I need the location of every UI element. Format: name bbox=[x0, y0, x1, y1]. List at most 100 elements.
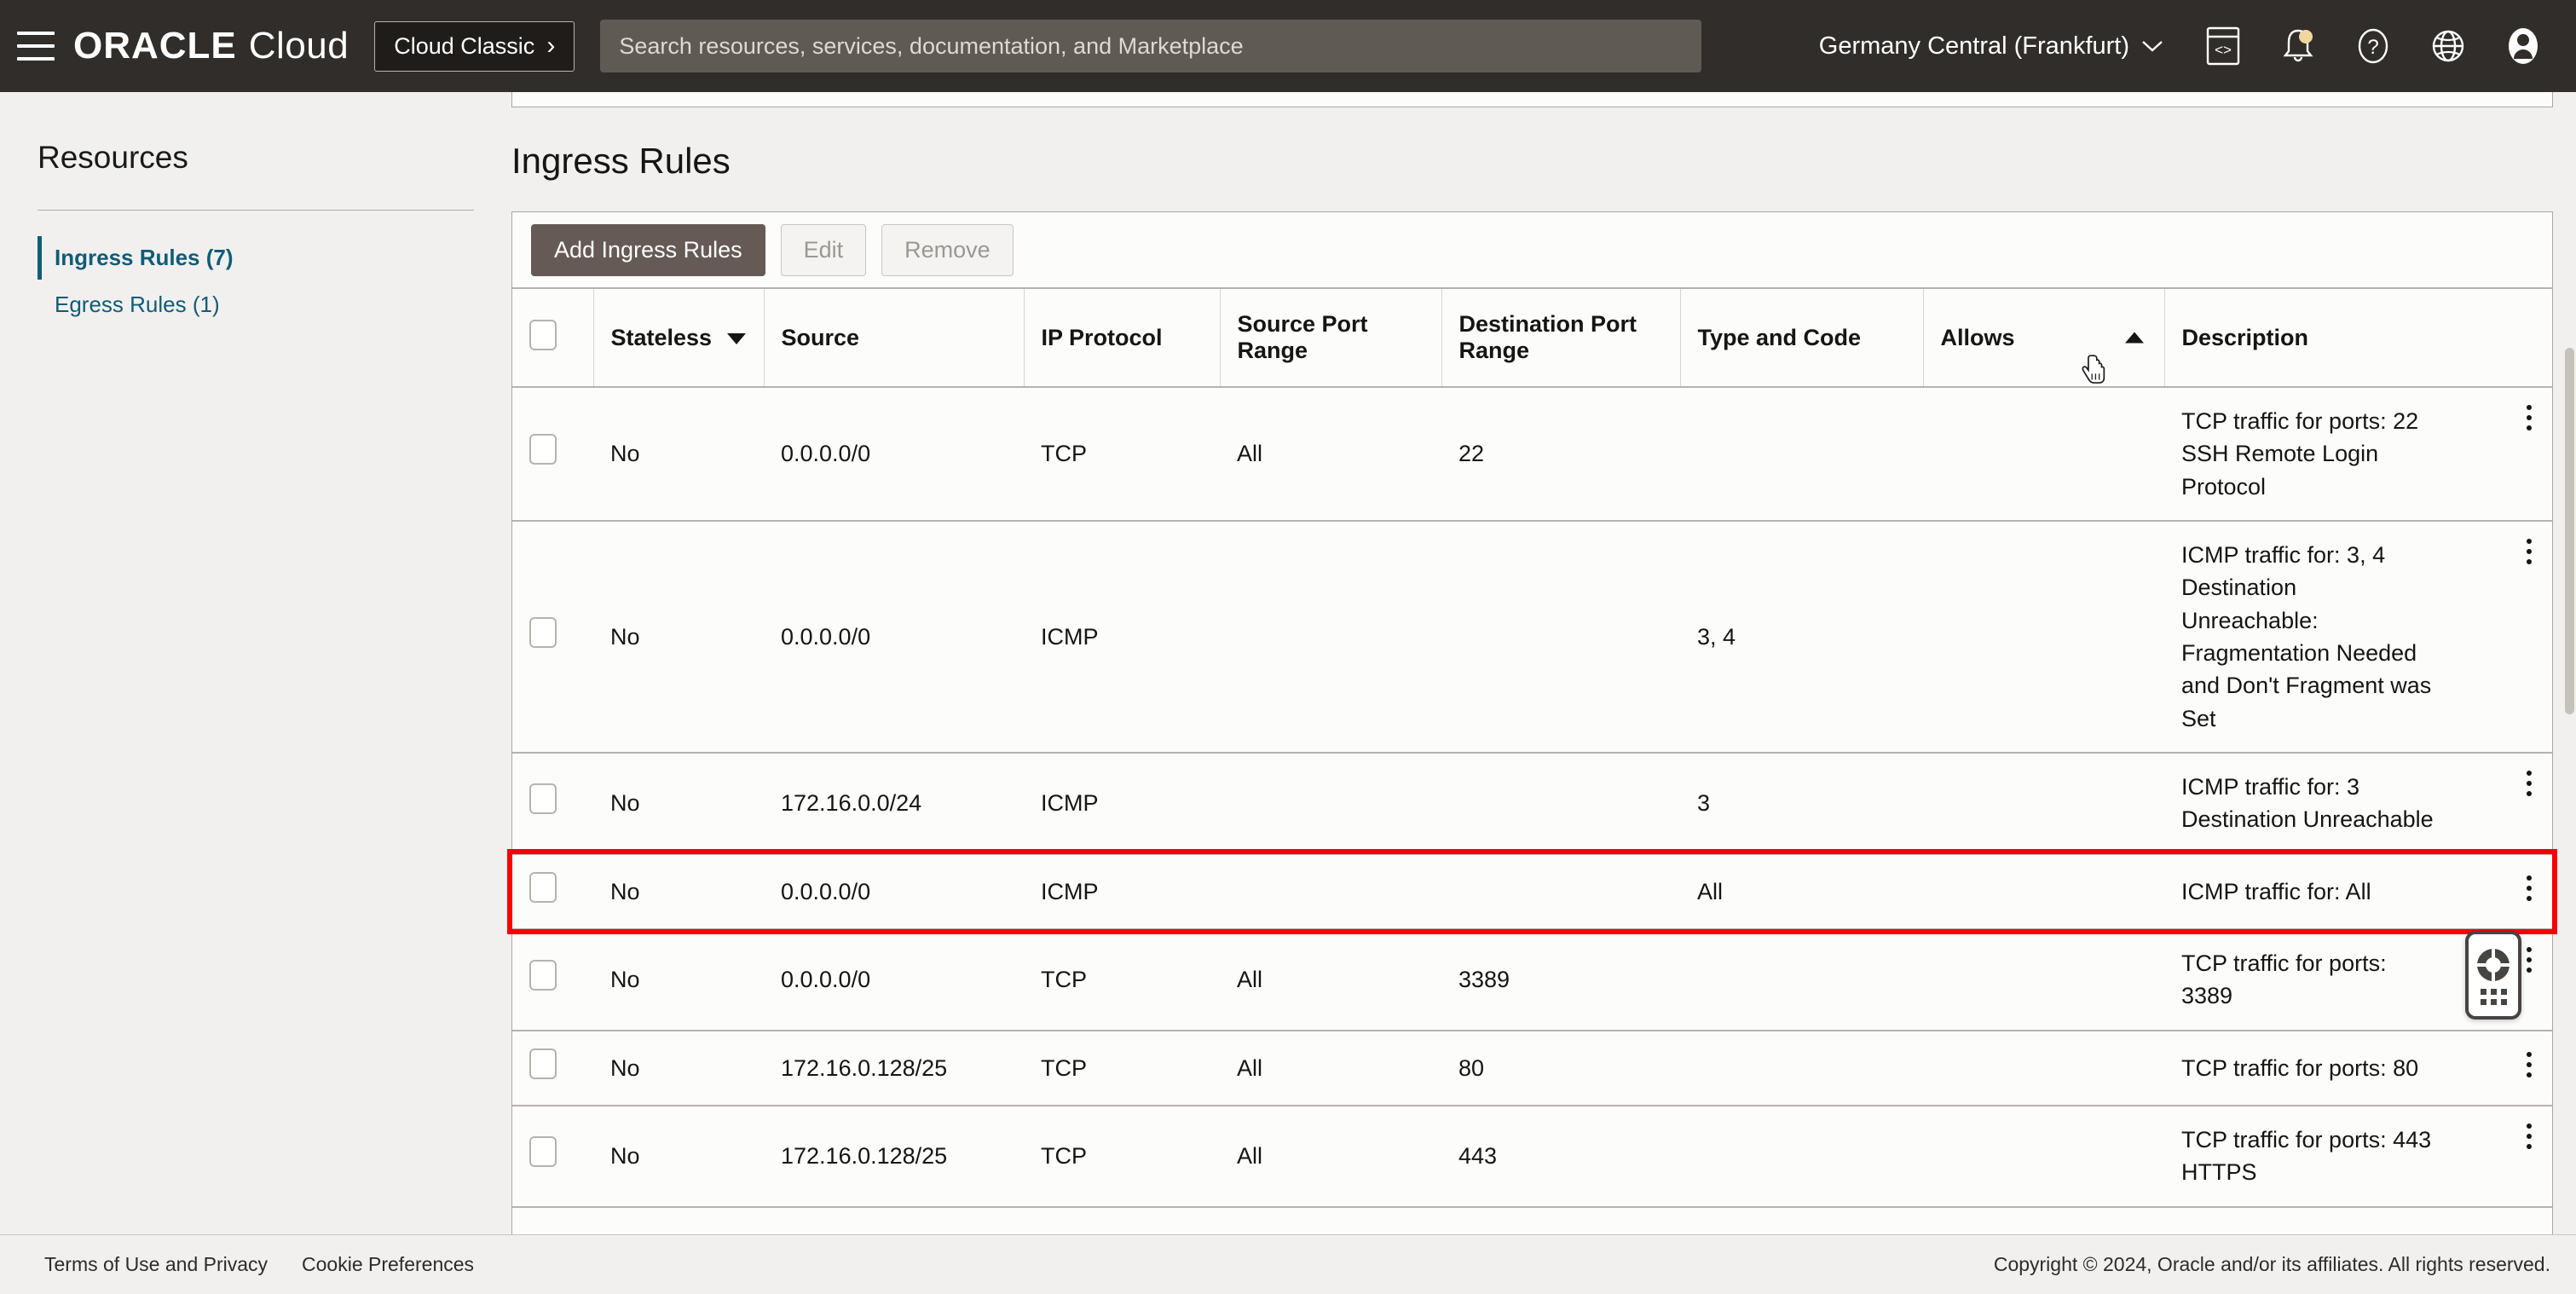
cookie-preferences-link[interactable]: Cookie Preferences bbox=[302, 1253, 474, 1276]
row-actions-kebab-icon[interactable] bbox=[2527, 946, 2535, 973]
cell-destination-port-range bbox=[1441, 520, 1680, 754]
user-avatar-icon[interactable] bbox=[2486, 0, 2561, 92]
column-header-type-and-code[interactable]: Type and Code bbox=[1679, 287, 1923, 388]
chevron-right-icon: › bbox=[546, 32, 556, 60]
chevron-down-icon[interactable] bbox=[726, 332, 746, 344]
column-header-stateless[interactable]: Stateless bbox=[592, 287, 764, 388]
chevron-down-icon bbox=[2142, 41, 2163, 52]
cell-source: 0.0.0.0/0 bbox=[764, 520, 1024, 754]
global-search-input[interactable] bbox=[600, 20, 1702, 72]
table-body: No 0.0.0.0/0 TCP All 22 TCP traffic for ports… bbox=[512, 387, 2552, 1208]
column-header-destination-port-range[interactable]: Destination Port Range bbox=[1441, 287, 1680, 388]
terms-of-use-link[interactable]: Terms of Use and Privacy bbox=[44, 1253, 268, 1276]
row-actions-kebab-icon[interactable] bbox=[2527, 1051, 2535, 1077]
sidebar-item-label: Ingress Rules (7) bbox=[55, 245, 234, 270]
column-header-ip-protocol[interactable]: IP Protocol bbox=[1023, 287, 1220, 388]
cell-description: TCP traffic for ports: 443 HTTPS bbox=[2164, 1105, 2552, 1208]
cell-stateless: No bbox=[593, 1030, 764, 1106]
oracle-cloud-logo[interactable]: ORACLE Cloud bbox=[73, 25, 349, 67]
sidebar-item-egress-rules[interactable]: Egress Rules (1) bbox=[38, 281, 474, 328]
language-globe-icon[interactable] bbox=[2411, 0, 2486, 92]
column-header-description[interactable]: Description bbox=[2163, 287, 2552, 388]
footer-links: Terms of Use and Privacy Cookie Preferen… bbox=[44, 1253, 474, 1276]
cell-allows bbox=[1923, 928, 2164, 1031]
cell-source-port-range bbox=[1220, 752, 1441, 855]
region-label: Germany Central (Frankfurt) bbox=[1818, 32, 2129, 60]
row-checkbox[interactable] bbox=[529, 1136, 557, 1168]
table-row[interactable]: No 0.0.0.0/0 TCP All 3389 TCP traffic for por… bbox=[512, 928, 2552, 1031]
column-label-stateless: Stateless bbox=[610, 324, 713, 350]
column-label-source-port-range: Source Port Range bbox=[1237, 311, 1368, 363]
column-header-source[interactable]: Source bbox=[763, 287, 1024, 388]
cell-stateless: No bbox=[593, 1105, 764, 1208]
row-checkbox[interactable] bbox=[529, 616, 557, 648]
cell-ip-protocol: TCP bbox=[1024, 1105, 1220, 1208]
cell-source: 172.16.0.128/25 bbox=[764, 1105, 1024, 1208]
row-actions-kebab-icon[interactable] bbox=[2527, 1123, 2535, 1149]
table-row[interactable]: No 0.0.0.0/0 ICMP 3, 4 ICMP traffic for: 3, … bbox=[512, 520, 2552, 754]
column-label-type-and-code: Type and Code bbox=[1697, 324, 1862, 350]
table-row[interactable]: No 0.0.0.0/0 ICMP All ICMP traffic for: All bbox=[512, 853, 2552, 930]
cell-ip-protocol: ICMP bbox=[1024, 520, 1220, 754]
drag-dots-icon[interactable] bbox=[2480, 988, 2507, 1005]
sidebar-item-ingress-rules[interactable]: Ingress Rules (7) bbox=[38, 234, 474, 281]
brand-cloud-text: Cloud bbox=[248, 25, 349, 66]
hamburger-menu-icon[interactable] bbox=[17, 32, 55, 61]
column-label-ip-protocol: IP Protocol bbox=[1041, 324, 1163, 350]
row-checkbox[interactable] bbox=[529, 1048, 557, 1079]
row-actions-kebab-icon[interactable] bbox=[2527, 770, 2535, 796]
cell-source-port-range: All bbox=[1220, 928, 1441, 1031]
table-row[interactable]: No 0.0.0.0/0 TCP All 22 TCP traffic for ports… bbox=[512, 387, 2552, 522]
rules-toolbar: Add Ingress Rules Edit Remove bbox=[512, 212, 2552, 287]
support-widget[interactable] bbox=[2465, 931, 2521, 1020]
brand-oracle-text: ORACLE bbox=[73, 25, 237, 66]
cell-description: TCP traffic for ports: 22 SSH Remote Log… bbox=[2164, 387, 2552, 522]
table-row[interactable]: No 172.16.0.0/24 ICMP 3 ICMP traffic for: 3 … bbox=[512, 752, 2552, 855]
cell-ip-protocol: TCP bbox=[1024, 387, 1220, 522]
row-checkbox[interactable] bbox=[529, 960, 557, 991]
cell-type-and-code bbox=[1680, 928, 1923, 1031]
table-row[interactable]: No 172.16.0.128/25 TCP All 80 TCP traffic for… bbox=[512, 1030, 2552, 1106]
ingress-rules-table: Stateless Source IP Protocol Source Port… bbox=[512, 287, 2552, 1208]
cell-destination-port-range: 22 bbox=[1441, 387, 1680, 522]
cell-type-and-code bbox=[1680, 1105, 1923, 1208]
row-select-cell bbox=[512, 387, 593, 522]
cell-description: ICMP traffic for: 3, 4 Destination Unrea… bbox=[2164, 520, 2552, 754]
column-label-allows: Allows bbox=[1940, 324, 2015, 350]
cell-ip-protocol: ICMP bbox=[1024, 752, 1220, 855]
page-scrollbar-thumb[interactable] bbox=[2565, 348, 2574, 714]
cloud-shell-icon[interactable]: <> bbox=[2186, 0, 2261, 92]
edit-button[interactable]: Edit bbox=[780, 223, 867, 276]
cell-type-and-code: All bbox=[1680, 853, 1923, 930]
cell-ip-protocol: TCP bbox=[1024, 1030, 1220, 1106]
page-scrollbar[interactable] bbox=[2562, 92, 2576, 1234]
add-ingress-rules-button[interactable]: Add Ingress Rules bbox=[531, 223, 765, 276]
row-checkbox[interactable] bbox=[529, 871, 557, 903]
row-checkbox[interactable] bbox=[529, 783, 557, 815]
row-checkbox[interactable] bbox=[529, 434, 557, 465]
row-actions-kebab-icon[interactable] bbox=[2527, 405, 2535, 430]
cell-allows bbox=[1923, 387, 2164, 522]
cell-source: 0.0.0.0/0 bbox=[764, 387, 1024, 522]
cell-ip-protocol: ICMP bbox=[1024, 853, 1220, 930]
sort-ascending-icon[interactable] bbox=[2124, 332, 2144, 344]
svg-text:?: ? bbox=[2367, 36, 2378, 59]
row-actions-kebab-icon[interactable] bbox=[2527, 875, 2535, 901]
remove-button[interactable]: Remove bbox=[881, 223, 1014, 276]
cell-description: TCP traffic for ports: 80 bbox=[2164, 1030, 2552, 1106]
page-title: Ingress Rules bbox=[511, 141, 731, 181]
row-actions-kebab-icon[interactable] bbox=[2527, 538, 2535, 564]
column-header-allows[interactable]: Allows bbox=[1922, 287, 2164, 388]
svg-text:<>: <> bbox=[2215, 42, 2232, 58]
column-label-description: Description bbox=[2181, 324, 2309, 350]
help-question-icon[interactable]: ? bbox=[2336, 0, 2411, 92]
region-selector[interactable]: Germany Central (Frankfurt) bbox=[1797, 32, 2186, 61]
select-all-checkbox[interactable] bbox=[529, 319, 557, 350]
cell-source: 172.16.0.128/25 bbox=[764, 1030, 1024, 1106]
topbar-right-actions: Germany Central (Frankfurt) <> ? bbox=[1797, 0, 2576, 92]
cloud-classic-button[interactable]: Cloud Classic › bbox=[374, 20, 575, 72]
notifications-bell-icon[interactable] bbox=[2261, 0, 2336, 92]
ingress-rules-card: Add Ingress Rules Edit Remove Stateless bbox=[511, 211, 2553, 1294]
column-header-source-port-range[interactable]: Source Port Range bbox=[1219, 287, 1441, 388]
table-row[interactable]: No 172.16.0.128/25 TCP All 443 TCP traffic fo… bbox=[512, 1105, 2552, 1208]
